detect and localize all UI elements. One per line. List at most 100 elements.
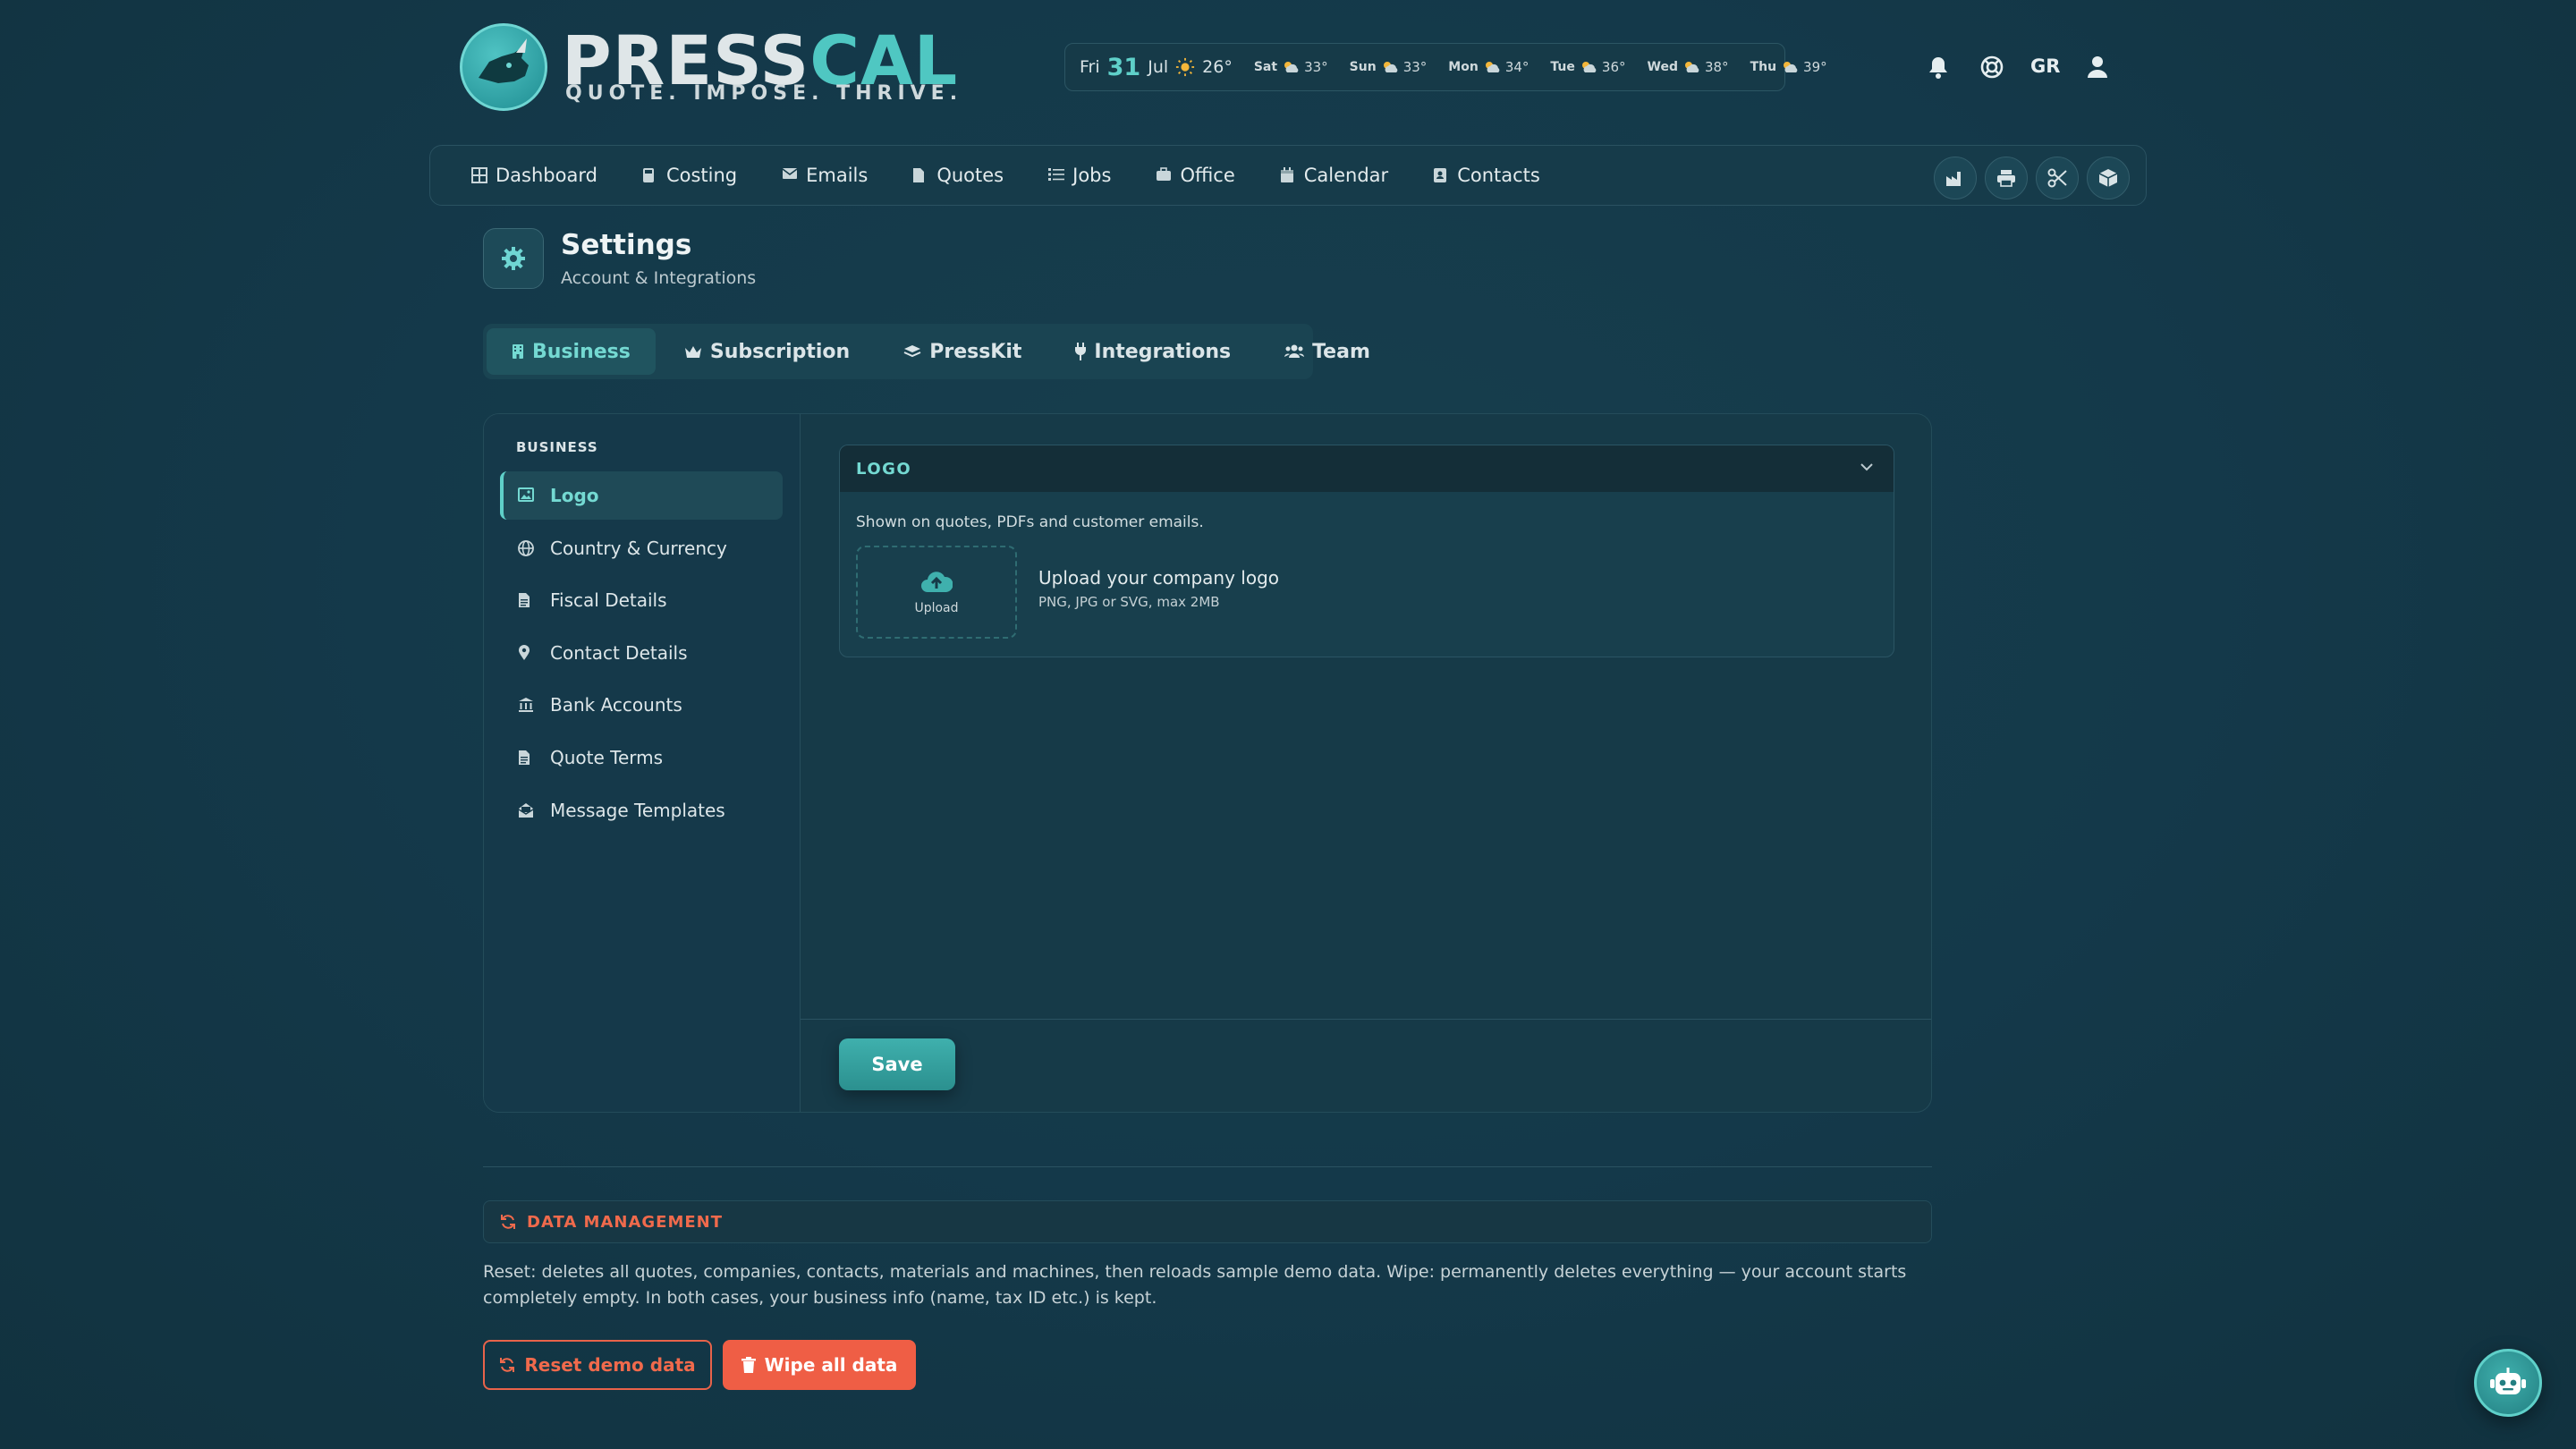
document-icon	[518, 592, 534, 608]
sidebar-item-country-currency[interactable]: Country & Currency	[500, 524, 783, 572]
wipe-all-data-button[interactable]: Wipe all data	[723, 1340, 916, 1390]
sidebar-item-label: Logo	[550, 485, 599, 506]
help-icon[interactable]	[1977, 52, 2007, 82]
wipe-all-data-label: Wipe all data	[764, 1354, 898, 1376]
sidebar-item-label: Quote Terms	[550, 747, 664, 768]
upload-title: Upload your company logo	[1038, 567, 1280, 589]
logo-section-header[interactable]: LOGO	[840, 445, 1894, 492]
tab-subscription[interactable]: Subscription	[659, 328, 875, 375]
sun-icon	[1175, 57, 1195, 77]
weather-today-month: Jul	[1148, 57, 1169, 77]
cloud-sun-icon	[1282, 60, 1300, 74]
language-switcher[interactable]: GR	[2030, 55, 2060, 77]
dashboard-icon	[471, 167, 487, 183]
nav-item-office[interactable]: Office	[1156, 165, 1235, 186]
sidebar-item-fiscal-details[interactable]: Fiscal Details	[500, 576, 783, 624]
plug-icon	[1075, 343, 1087, 360]
data-management-title: DATA MANAGEMENT	[527, 1212, 724, 1232]
nav-item-quotes[interactable]: Quotes	[912, 165, 1004, 186]
sidebar-item-quote-terms[interactable]: Quote Terms	[500, 733, 783, 782]
bell-icon[interactable]	[1923, 52, 1953, 82]
nav-item-dashboard[interactable]: Dashboard	[471, 165, 597, 186]
settings-panel: BUSINESS Logo Country & Currency Fiscal …	[483, 413, 1932, 1113]
data-management-header: DATA MANAGEMENT	[483, 1200, 1932, 1243]
cloud-sun-icon	[1781, 60, 1799, 74]
settings-sidebar: BUSINESS Logo Country & Currency Fiscal …	[484, 414, 801, 1112]
weather-widget: Fri 31 Jul 26° Sat 33° Sun 33° Mon 34° Tue 3…	[1064, 43, 1827, 91]
user-icon[interactable]	[2082, 52, 2113, 82]
building-icon	[512, 343, 524, 360]
sidebar-item-logo[interactable]: Logo	[500, 471, 783, 520]
logo-section-description: Shown on quotes, PDFs and customer email…	[856, 513, 1204, 531]
page-subtitle: Account & Integrations	[561, 268, 757, 288]
box-icon[interactable]	[2087, 157, 2130, 199]
printer-icon[interactable]	[1985, 157, 2028, 199]
nav-item-label: Costing	[665, 165, 738, 186]
sidebar-item-bank-accounts[interactable]: Bank Accounts	[500, 681, 783, 729]
nav-item-emails[interactable]: Emails	[782, 165, 868, 186]
factory-icon[interactable]	[1934, 157, 1977, 199]
sidebar-item-label: Country & Currency	[550, 538, 727, 559]
tab-label: Subscription	[709, 340, 851, 363]
nav-item-label: Office	[1180, 165, 1235, 186]
data-management-divider	[483, 1166, 1932, 1167]
nav-item-label: Dashboard	[496, 165, 597, 186]
refresh-icon	[499, 1357, 515, 1373]
envelope-open-icon	[518, 802, 534, 818]
list-icon	[1048, 167, 1065, 183]
brand-tagline: QUOTE. IMPOSE. THRIVE.	[565, 82, 963, 105]
envelope-icon	[782, 167, 798, 183]
nav-item-contacts[interactable]: Contacts	[1433, 165, 1540, 186]
tab-business[interactable]: Business	[487, 328, 656, 375]
nav-item-jobs[interactable]: Jobs	[1048, 165, 1111, 186]
tab-label: PressKit	[929, 340, 1022, 363]
assistant-bot-button[interactable]	[2474, 1349, 2542, 1417]
upload-hint: PNG, JPG or SVG, max 2MB	[1038, 594, 1220, 610]
crown-icon	[684, 344, 702, 359]
tab-team[interactable]: Team	[1259, 328, 1395, 375]
page-title: Settings	[561, 229, 692, 261]
weather-forecast-day: Sat 33°	[1253, 59, 1328, 75]
nav-item-calendar[interactable]: Calendar	[1280, 165, 1388, 186]
users-icon	[1284, 344, 1305, 359]
sidebar-item-contact-details[interactable]: Contact Details	[500, 629, 783, 677]
data-management-description: Reset: deletes all quotes, companies, co…	[483, 1262, 1907, 1308]
layers-icon	[903, 344, 921, 359]
calendar-icon	[1280, 167, 1296, 183]
sidebar-item-label: Fiscal Details	[550, 589, 667, 611]
nav-item-costing[interactable]: Costing	[642, 165, 737, 186]
sidebar-item-label: Contact Details	[550, 642, 688, 664]
cloud-sun-icon	[1483, 60, 1501, 74]
logo-upload-dropzone[interactable]: Upload	[856, 546, 1017, 639]
panel-footer-divider	[801, 1019, 1931, 1020]
globe-icon	[518, 540, 534, 556]
cloud-sun-icon	[1381, 60, 1399, 74]
sidebar-item-label: Message Templates	[550, 800, 725, 821]
refresh-icon	[500, 1214, 516, 1230]
address-book-icon	[1433, 167, 1449, 183]
weather-forecast-day: Thu 39°	[1750, 59, 1827, 75]
reset-demo-data-button[interactable]: Reset demo data	[483, 1340, 712, 1390]
nav-tools	[1934, 157, 2130, 199]
tab-label: Team	[1312, 340, 1370, 363]
weather-today: Fri 31 Jul 26°	[1080, 54, 1233, 81]
tab-presskit[interactable]: PressKit	[878, 328, 1046, 375]
logo-section-title: LOGO	[856, 459, 912, 479]
cloud-sun-icon	[1682, 60, 1700, 74]
weather-forecast-day: Mon 34°	[1448, 59, 1530, 75]
tab-integrations[interactable]: Integrations	[1050, 328, 1256, 375]
sidebar-heading: BUSINESS	[516, 439, 598, 455]
weather-today-date: 31	[1106, 53, 1141, 81]
chevron-down-icon[interactable]	[1860, 462, 1874, 472]
briefcase-icon	[1156, 167, 1172, 183]
main-navbar: Dashboard Costing Emails Quotes Jobs Off…	[429, 145, 2147, 206]
nav-item-label: Calendar	[1303, 165, 1389, 186]
sidebar-item-message-templates[interactable]: Message Templates	[500, 786, 783, 835]
image-icon	[518, 487, 534, 504]
save-button[interactable]: Save	[839, 1038, 955, 1090]
scissors-icon[interactable]	[2036, 157, 2079, 199]
cloud-upload-icon	[920, 569, 953, 594]
brand-logo-icon[interactable]	[460, 23, 547, 111]
logo-section: LOGO Shown on quotes, PDFs and customer …	[839, 445, 1894, 657]
nav-item-label: Contacts	[1457, 165, 1540, 186]
